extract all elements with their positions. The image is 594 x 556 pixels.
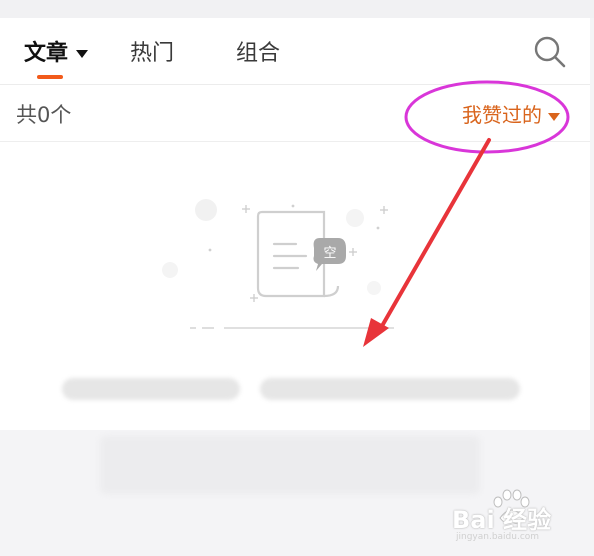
tab-articles-label: 文章: [24, 41, 69, 66]
caret-down-icon: [76, 50, 89, 58]
search-icon: [534, 36, 566, 68]
filter-dropdown[interactable]: 我赞过的: [462, 99, 560, 128]
blurred-text: [260, 378, 520, 400]
search-button[interactable]: [532, 34, 568, 70]
tab-combo[interactable]: 组合: [236, 35, 280, 67]
watermark-url: jingyan.baidu.com: [456, 532, 540, 542]
tab-bar: 文章 热门 组合: [0, 18, 590, 84]
top-strip: [0, 0, 594, 18]
filter-label: 我赞过的: [462, 103, 542, 127]
item-count: 共0个: [16, 103, 72, 127]
empty-state-illustration: 空: [162, 199, 394, 329]
tab-combo-label: 组合: [236, 41, 281, 66]
tab-hot-label: 热门: [130, 41, 175, 66]
tab-hot[interactable]: 热门: [130, 35, 174, 67]
active-tab-indicator: [37, 75, 63, 79]
watermark: Bai 经验 jingyan.baidu.com: [452, 488, 582, 544]
divider: [0, 141, 590, 142]
caret-down-icon: [548, 112, 560, 121]
content-card: 文章 热门 组合 共0个 我赞过的 空: [0, 18, 590, 430]
list-header: 共0个 我赞过的: [0, 85, 590, 141]
tab-articles[interactable]: 文章: [24, 35, 89, 67]
empty-badge: 空: [323, 246, 336, 261]
blurred-button: [100, 436, 480, 494]
blurred-text: [62, 378, 240, 400]
watermark-text: Bai 经验: [452, 506, 552, 534]
